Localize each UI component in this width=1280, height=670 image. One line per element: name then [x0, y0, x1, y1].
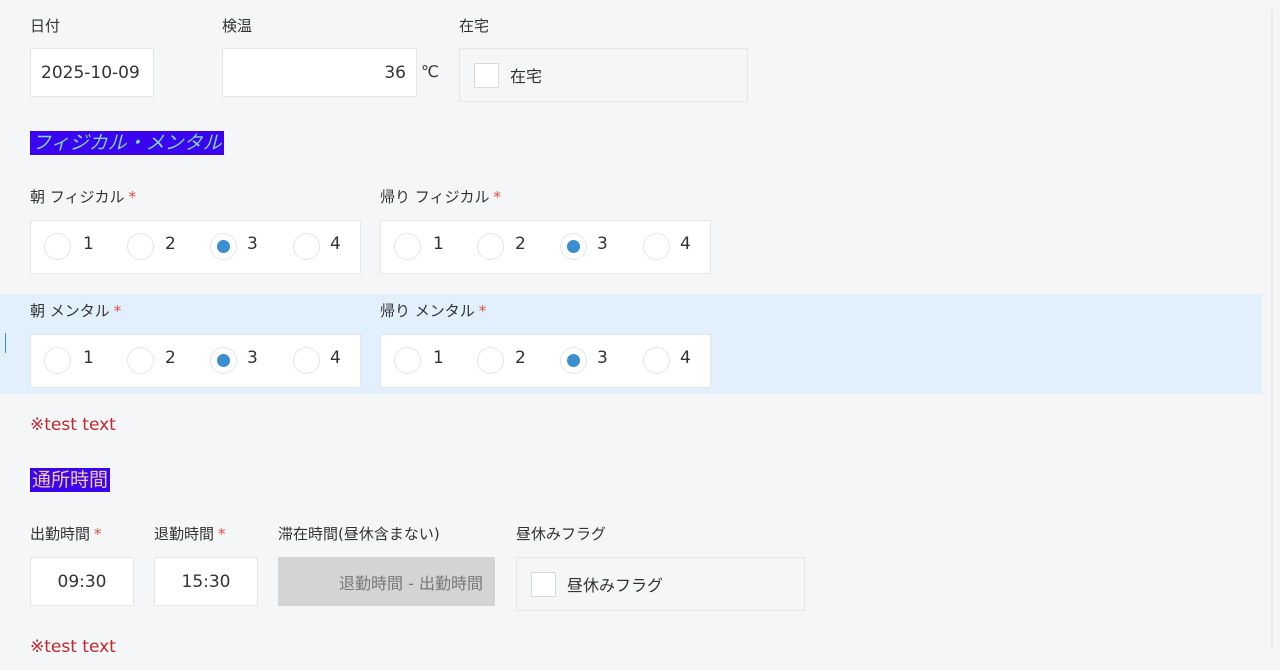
return-mental-label: 帰り メンタル * [380, 302, 487, 320]
morning-mental-radio-group: 1 2 3 4 [30, 334, 361, 388]
radio-option-2[interactable] [477, 233, 504, 260]
return-physical-label: 帰り フィジカル * [380, 188, 501, 206]
stay-time-formula: 退勤時間 - 出勤時間 [339, 573, 483, 593]
lunch-flag-field[interactable]: 昼休みフラグ [516, 557, 805, 611]
radio-label-2: 2 [515, 234, 526, 254]
section-title-physical-mental: フィジカル・メンタル [30, 131, 224, 155]
lunch-flag-checkbox-label: 昼休みフラグ [567, 576, 664, 595]
lunch-flag-checkbox[interactable] [531, 571, 556, 597]
note-text: ※test text [30, 415, 116, 435]
radio-option-4[interactable] [293, 233, 320, 260]
radio-label-4: 4 [330, 234, 341, 254]
radio-label-1: 1 [433, 234, 444, 254]
radio-option-1[interactable] [44, 347, 71, 374]
radio-option-3-selected[interactable] [560, 347, 587, 374]
return-physical-radio-group: 1 2 3 4 [380, 220, 711, 274]
radio-option-4[interactable] [293, 347, 320, 374]
at-home-checkbox[interactable] [474, 62, 499, 88]
radio-label-1: 1 [83, 348, 94, 368]
note-text: ※test text [30, 637, 116, 657]
radio-label-1: 1 [433, 348, 444, 368]
radio-option-4[interactable] [643, 233, 670, 260]
date-value: 2025-10-09 [41, 62, 140, 83]
morning-physical-label: 朝 フィジカル * [30, 188, 136, 206]
radio-option-2[interactable] [127, 347, 154, 374]
radio-label-1: 1 [83, 234, 94, 254]
required-mark: * [113, 302, 122, 320]
at-home-checkbox-label: 在宅 [510, 67, 543, 86]
required-mark: * [493, 188, 501, 206]
morning-physical-radio-group: 1 2 3 4 [30, 220, 361, 274]
radio-option-1[interactable] [394, 233, 421, 260]
radio-label-2: 2 [165, 234, 176, 254]
section-title-attendance: 通所時間 [30, 468, 111, 492]
start-time-label: 出勤時間 * [30, 525, 102, 543]
required-mark: * [218, 525, 226, 543]
radio-option-1[interactable] [394, 347, 421, 374]
temperature-unit: ℃ [421, 62, 439, 81]
radio-label-2: 2 [165, 348, 176, 368]
radio-option-3-selected[interactable] [560, 233, 587, 260]
temperature-label: 検温 [222, 17, 253, 35]
stay-time-label: 滞在時間(昼休含まない) [278, 525, 440, 543]
end-time-label: 退勤時間 * [154, 525, 226, 543]
scrollbar-track[interactable] [1271, 10, 1273, 650]
radio-option-2[interactable] [127, 233, 154, 260]
radio-label-4: 4 [680, 234, 691, 254]
radio-label-3: 3 [597, 234, 608, 254]
radio-label-3: 3 [247, 234, 258, 254]
start-time-input[interactable]: 09:30 [30, 557, 134, 606]
radio-label-4: 4 [680, 348, 691, 368]
radio-label-3: 3 [597, 348, 608, 368]
temperature-value: 36 [384, 62, 406, 83]
end-time-value: 15:30 [181, 571, 231, 592]
temperature-input[interactable]: 36 [222, 48, 417, 97]
radio-label-2: 2 [515, 348, 526, 368]
start-time-value: 09:30 [57, 571, 107, 592]
at-home-field[interactable]: 在宅 [459, 48, 748, 102]
radio-option-1[interactable] [44, 233, 71, 260]
required-mark: * [94, 525, 102, 543]
radio-option-4[interactable] [643, 347, 670, 374]
return-mental-radio-group: 1 2 3 4 [380, 334, 711, 388]
date-label: 日付 [30, 17, 61, 35]
radio-option-2[interactable] [477, 347, 504, 374]
morning-mental-label: 朝 メンタル * [30, 302, 122, 320]
radio-label-3: 3 [247, 348, 258, 368]
radio-option-3-selected[interactable] [210, 347, 237, 374]
radio-option-3-selected[interactable] [210, 233, 237, 260]
radio-label-4: 4 [330, 348, 341, 368]
at-home-label: 在宅 [459, 17, 490, 35]
date-input[interactable]: 2025-10-09 [30, 48, 154, 97]
text-cursor [5, 333, 6, 353]
required-mark: * [128, 188, 136, 206]
required-mark: * [478, 302, 487, 320]
end-time-input[interactable]: 15:30 [154, 557, 258, 606]
lunch-flag-label: 昼休みフラグ [516, 525, 607, 543]
stay-time-field: 退勤時間 - 出勤時間 [278, 557, 495, 606]
